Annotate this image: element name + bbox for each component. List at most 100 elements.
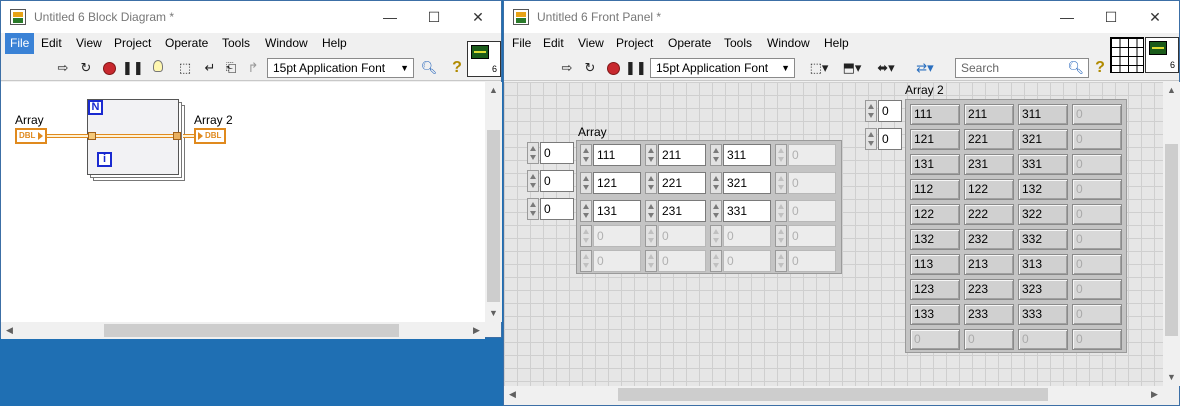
array-element-value[interactable]: 0: [723, 225, 771, 247]
bd-hscroll-thumb[interactable]: [104, 324, 399, 337]
menu-edit[interactable]: Edit: [36, 33, 67, 54]
scroll-up-icon[interactable]: ▲: [1163, 82, 1180, 99]
element-spinner-icon[interactable]: [580, 250, 592, 272]
menu-tools[interactable]: Tools: [217, 33, 255, 54]
array2-output-terminal[interactable]: DBL: [194, 128, 226, 144]
menu-operate[interactable]: Operate: [160, 33, 213, 54]
connector-pane-icon[interactable]: [1110, 37, 1144, 73]
pause-icon[interactable]: ❚❚: [122, 58, 144, 78]
array-element-value[interactable]: 121: [593, 172, 641, 194]
search-input[interactable]: Search 🔍︎: [955, 58, 1089, 78]
scroll-left-icon[interactable]: ◀: [504, 386, 521, 403]
element-spinner-icon[interactable]: [645, 144, 657, 166]
array-index-row[interactable]: 0: [527, 142, 574, 164]
scroll-down-icon[interactable]: ▼: [485, 305, 502, 322]
search-icon[interactable]: 🔍︎: [1067, 59, 1084, 77]
distribute-objects-icon[interactable]: ⬒▾: [839, 58, 865, 78]
array-index-1[interactable]: 0: [540, 170, 574, 192]
array-element-value[interactable]: 0: [723, 250, 771, 272]
run-continuously-icon[interactable]: ↻: [76, 58, 96, 78]
fp-vertical-scrollbar[interactable]: ▲ ▼: [1163, 82, 1180, 386]
menu-view[interactable]: View: [71, 33, 107, 54]
array-input-terminal[interactable]: DBL: [15, 128, 47, 144]
element-spinner-icon[interactable]: [645, 250, 657, 272]
element-spinner-icon[interactable]: [645, 172, 657, 194]
element-spinner-icon[interactable]: [580, 144, 592, 166]
element-spinner-icon[interactable]: [710, 144, 722, 166]
array-element-value[interactable]: 0: [658, 225, 706, 247]
array-element-value[interactable]: 311: [723, 144, 771, 166]
scroll-down-icon[interactable]: ▼: [1163, 369, 1180, 386]
array-element-value[interactable]: 0: [788, 144, 836, 166]
index-spinner-icon[interactable]: [527, 142, 539, 164]
array-element-value[interactable]: 321: [723, 172, 771, 194]
element-spinner-icon[interactable]: [775, 144, 787, 166]
element-spinner-icon[interactable]: [710, 225, 722, 247]
element-spinner-icon[interactable]: [580, 172, 592, 194]
menu-edit[interactable]: Edit: [538, 33, 569, 54]
minimize-button[interactable]: —: [1044, 5, 1090, 29]
highlight-execution-icon[interactable]: [148, 58, 168, 78]
bd-vertical-scrollbar[interactable]: ▲ ▼: [485, 82, 502, 322]
array2-index-1[interactable]: 0: [878, 128, 902, 150]
search-icon[interactable]: 🔍︎: [419, 58, 439, 78]
menu-tools[interactable]: Tools: [719, 33, 757, 54]
block-diagram-canvas[interactable]: N i Array DBL Array 2 DBL: [1, 82, 485, 322]
vi-icon[interactable]: 6: [1145, 37, 1179, 73]
menu-project[interactable]: Project: [611, 33, 658, 54]
element-spinner-icon[interactable]: [645, 200, 657, 222]
minimize-button[interactable]: —: [367, 5, 413, 29]
scroll-right-icon[interactable]: ▶: [468, 322, 485, 339]
context-help-icon[interactable]: ?: [447, 58, 467, 78]
step-out-icon[interactable]: ↱: [243, 58, 263, 78]
index-spinner-icon[interactable]: [865, 100, 877, 122]
menu-file[interactable]: File: [507, 33, 536, 54]
output-tunnel[interactable]: [173, 132, 181, 140]
array-element-value[interactable]: 211: [658, 144, 706, 166]
array-element-value[interactable]: 0: [593, 250, 641, 272]
fp-hscroll-thumb[interactable]: [618, 388, 1048, 401]
array-element-value[interactable]: 221: [658, 172, 706, 194]
menu-window[interactable]: Window: [762, 33, 815, 54]
input-tunnel[interactable]: [88, 132, 96, 140]
array2-index-0[interactable]: 0: [878, 100, 902, 122]
menu-view[interactable]: View: [573, 33, 609, 54]
array-element-value[interactable]: 0: [788, 172, 836, 194]
array-element-value[interactable]: 0: [788, 225, 836, 247]
abort-icon[interactable]: [99, 58, 119, 78]
array-element-value[interactable]: 331: [723, 200, 771, 222]
reorder-icon[interactable]: ⇄▾: [912, 58, 938, 78]
array-index-0[interactable]: 0: [540, 142, 574, 164]
fp-horizontal-scrollbar[interactable]: ◀ ▶: [504, 386, 1163, 403]
maximize-button[interactable]: ☐: [1088, 5, 1134, 29]
array-index-page[interactable]: 0: [527, 198, 574, 220]
array-index-col[interactable]: 0: [527, 170, 574, 192]
array2-index-row[interactable]: 0: [865, 100, 905, 122]
fp-vscroll-thumb[interactable]: [1165, 144, 1178, 336]
run-arrow-icon[interactable]: ⇨: [557, 58, 577, 78]
fp-titlebar[interactable]: Untitled 6 Front Panel * — ☐ ✕: [504, 1, 1179, 33]
bd-vscroll-thumb[interactable]: [487, 130, 500, 302]
array-element-value[interactable]: 231: [658, 200, 706, 222]
front-panel-canvas[interactable]: Array 0 0 0 Array 2 0 0 111 211 311 0 121 221…: [504, 82, 1163, 386]
menu-operate[interactable]: Operate: [663, 33, 716, 54]
element-spinner-icon[interactable]: [580, 200, 592, 222]
array-element-value[interactable]: 131: [593, 200, 641, 222]
menu-window[interactable]: Window: [260, 33, 313, 54]
array-element-value[interactable]: 0: [788, 200, 836, 222]
close-button[interactable]: ✕: [1132, 5, 1178, 29]
menu-project[interactable]: Project: [109, 33, 156, 54]
step-over-icon[interactable]: ⎗: [221, 58, 241, 78]
menu-help[interactable]: Help: [317, 33, 352, 54]
run-arrow-icon[interactable]: ⇨: [53, 58, 73, 78]
element-spinner-icon[interactable]: [580, 225, 592, 247]
close-button[interactable]: ✕: [455, 5, 501, 29]
element-spinner-icon[interactable]: [645, 225, 657, 247]
retain-wire-values-icon[interactable]: ⬚: [175, 58, 195, 78]
index-spinner-icon[interactable]: [527, 198, 539, 220]
array2-index-col[interactable]: 0: [865, 128, 905, 150]
loop-count-terminal[interactable]: N: [88, 100, 103, 115]
array-element-value[interactable]: 111: [593, 144, 641, 166]
vi-icon[interactable]: 6: [467, 41, 501, 77]
element-spinner-icon[interactable]: [775, 172, 787, 194]
